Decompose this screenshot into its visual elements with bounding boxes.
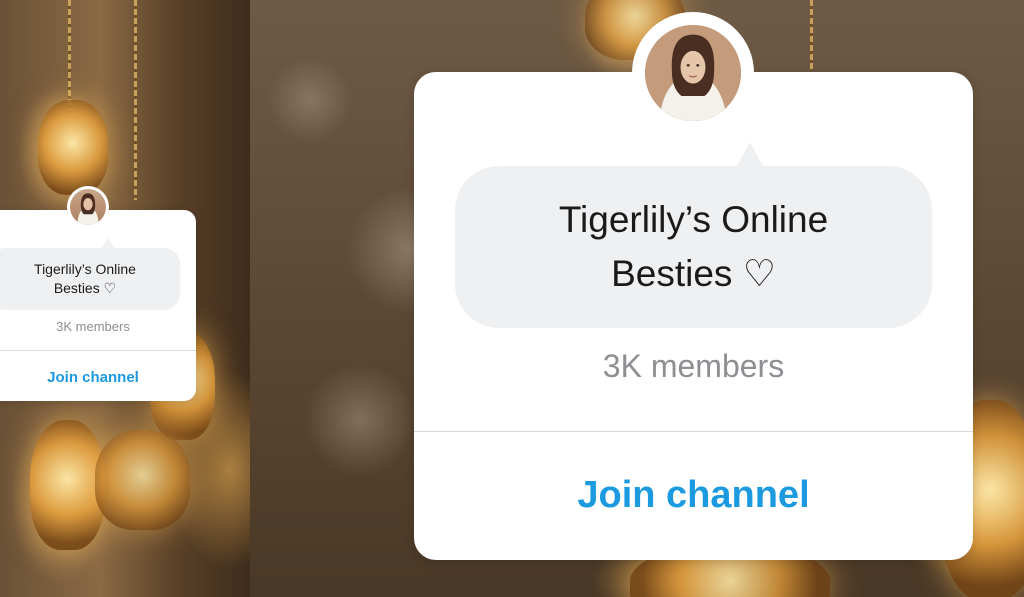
lantern-chain: [134, 0, 137, 200]
join-channel-button[interactable]: Join channel: [0, 369, 196, 386]
member-count: 3K members: [602, 348, 785, 384]
bubble-tail: [102, 238, 114, 248]
channel-card-small: Tigerlily’s Online Besties ♡ 3K members …: [0, 186, 196, 401]
lantern-chain: [810, 0, 813, 70]
channel-name-bubble: Tigerlily’s Online Besties ♡: [455, 166, 932, 328]
channel-name: Tigerlily’s Online Besties ♡: [34, 261, 136, 296]
channel-name-bubble: Tigerlily’s Online Besties ♡: [0, 248, 180, 310]
profile-photo-icon: [70, 189, 106, 225]
channel-avatar: [67, 186, 109, 228]
member-count: 3K members: [56, 319, 130, 334]
bubble-tail: [736, 142, 764, 168]
lantern-decoration: [30, 420, 105, 550]
channel-avatar: [632, 12, 754, 134]
profile-photo-icon: [645, 25, 741, 121]
divider: [414, 431, 973, 432]
channel-card-large: Tigerlily’s Online Besties ♡ 3K members …: [414, 12, 973, 560]
lantern-decoration: [95, 430, 190, 530]
join-channel-button[interactable]: Join channel: [414, 474, 973, 517]
channel-name: Tigerlily’s Online Besties ♡: [558, 199, 829, 294]
lantern-chain: [68, 0, 71, 110]
divider: [0, 350, 196, 351]
lantern-decoration: [38, 100, 108, 195]
